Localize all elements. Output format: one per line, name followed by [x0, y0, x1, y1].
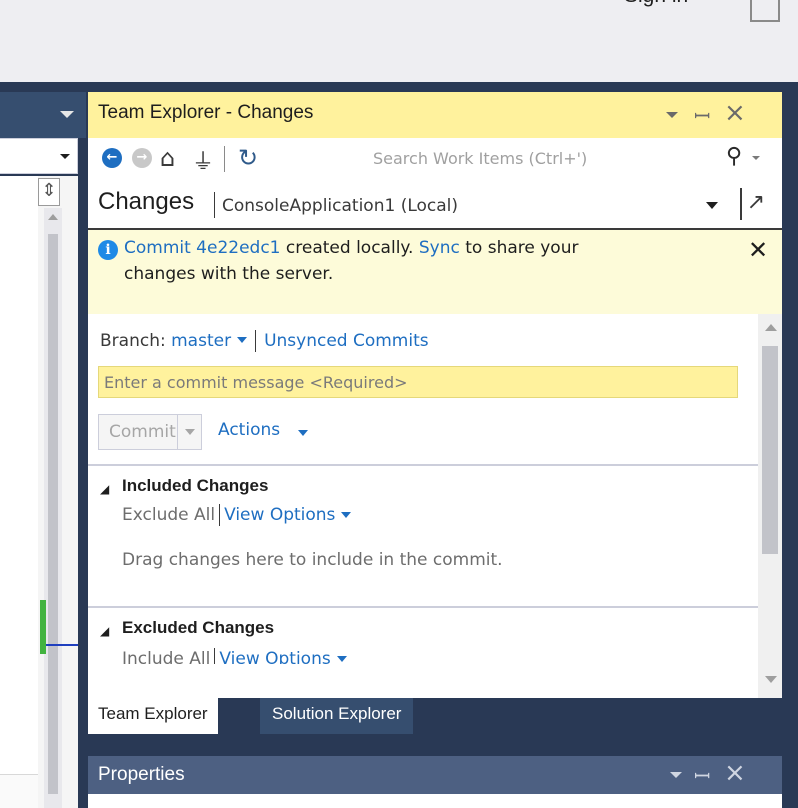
scrollbar-thumb[interactable] — [48, 234, 58, 794]
changes-page: Branch: master Unsynced Commits Commit Ac… — [88, 314, 782, 698]
header-separator — [214, 192, 215, 218]
sign-in-link[interactable]: Sign in — [624, 0, 688, 8]
search-input[interactable] — [368, 142, 698, 174]
toolbar-separator — [224, 146, 225, 172]
commit-button[interactable]: Commit — [98, 414, 202, 450]
notification-text: created locally. — [280, 238, 419, 258]
actions-menu[interactable]: Actions — [218, 420, 280, 440]
page-header: Changes ConsoleApplication1 (Local) ↗ — [88, 178, 782, 230]
commit-button-label: Commit — [109, 422, 176, 442]
collapse-triangle-icon[interactable]: ◢ — [100, 624, 109, 638]
properties-panel: Properties ꟷ × — [88, 756, 782, 808]
notification-line-2: changes with the server. — [124, 264, 334, 284]
chevron-down-icon[interactable] — [185, 429, 195, 435]
chevron-down-icon[interactable] — [60, 111, 74, 118]
collapse-triangle-icon[interactable]: ◢ — [100, 482, 109, 496]
search-icon[interactable]: ⚲ — [726, 144, 742, 169]
separator — [219, 504, 221, 526]
chevron-down-icon[interactable] — [336, 656, 347, 662]
editor-area: ⇕ — [0, 176, 78, 808]
tab-team-explorer[interactable]: Team Explorer — [88, 698, 218, 734]
included-changes-header[interactable]: Included Changes — [122, 476, 268, 496]
pin-icon[interactable]: ꟷ — [694, 102, 710, 129]
navigation-dropdown[interactable] — [0, 138, 78, 174]
popout-icon[interactable]: ↗ — [740, 188, 770, 220]
section-divider — [88, 464, 760, 466]
left-panel-title-bar — [0, 92, 86, 138]
excluded-changes-links: Include All View Options — [122, 648, 347, 664]
chevron-down-icon[interactable] — [341, 512, 352, 518]
pin-icon[interactable]: ꟷ — [694, 762, 710, 789]
properties-title-bar: Properties ꟷ × — [88, 756, 782, 794]
branch-label: Branch: — [100, 331, 172, 351]
team-explorer-toolbar: ← → ⌂ ⏚ ↻ ⚲ — [88, 138, 782, 178]
plug-icon[interactable]: ⏚ — [192, 144, 214, 176]
unsynced-commits-link[interactable]: Unsynced Commits — [264, 331, 429, 351]
excluded-changes-header[interactable]: Excluded Changes — [122, 618, 274, 638]
scroll-down-icon[interactable] — [765, 676, 777, 683]
chevron-down-icon[interactable] — [752, 156, 760, 160]
home-icon[interactable]: ⌂ — [160, 144, 175, 172]
branch-row: Branch: master Unsynced Commits — [100, 330, 429, 352]
window-position-icon[interactable] — [666, 112, 678, 118]
chevron-down-icon[interactable] — [706, 202, 718, 209]
title-bar: Sign in — [0, 0, 798, 82]
refresh-icon[interactable]: ↻ — [238, 144, 258, 172]
drag-hint: Drag changes here to include in the comm… — [122, 550, 503, 570]
panel-title: Team Explorer - Changes — [98, 102, 314, 123]
chevron-down-icon[interactable] — [60, 154, 70, 159]
page-title[interactable]: Changes — [98, 188, 194, 216]
left-panel: ⇕ — [0, 92, 86, 808]
branch-selector[interactable]: master — [171, 331, 231, 351]
splitter-icon[interactable]: ⇕ — [38, 178, 60, 206]
notification-bar: i Commit 4e22edc1 created locally. Sync … — [88, 230, 782, 314]
info-icon: i — [98, 240, 118, 260]
commit-link[interactable]: Commit 4e22edc1 — [124, 238, 281, 258]
chevron-down-icon[interactable] — [237, 337, 248, 343]
included-changes-links: Exclude All View Options — [122, 504, 352, 526]
back-arrow-icon[interactable]: ← — [102, 148, 122, 168]
include-all-link[interactable]: Include All — [122, 649, 210, 664]
commit-message-input[interactable] — [99, 367, 737, 397]
chevron-down-icon[interactable] — [298, 430, 308, 436]
separator — [255, 330, 257, 352]
editor-scrollbar[interactable] — [44, 208, 62, 808]
caret-marker — [46, 644, 78, 646]
tab-solution-explorer[interactable]: Solution Explorer — [260, 698, 414, 734]
section-divider — [88, 606, 760, 608]
close-icon[interactable]: × — [724, 98, 746, 128]
separator — [214, 648, 216, 664]
panel-title: Properties — [98, 764, 185, 785]
split-separator — [177, 415, 178, 449]
view-options-link[interactable]: View Options — [219, 649, 330, 664]
close-icon[interactable]: × — [724, 758, 746, 788]
repository-context: ConsoleApplication1 (Local) — [222, 196, 459, 216]
forward-arrow-icon[interactable]: → — [132, 148, 152, 168]
search-box[interactable]: ⚲ — [368, 142, 768, 174]
sync-link[interactable]: Sync — [419, 238, 460, 258]
tool-window-tabs: Team Explorer Solution Explorer — [88, 698, 782, 734]
team-explorer-title-bar: Team Explorer - Changes ꟷ × — [88, 92, 782, 138]
scroll-up-icon[interactable] — [48, 214, 58, 220]
notification-text: to share your — [459, 238, 579, 258]
exclude-all-link[interactable]: Exclude All — [122, 505, 215, 525]
window-position-icon[interactable] — [670, 772, 682, 778]
scroll-up-icon[interactable] — [765, 324, 777, 331]
notification-line-1: Commit 4e22edc1 created locally. Sync to… — [124, 238, 578, 258]
editor-line-box — [0, 774, 38, 808]
commit-message-box[interactable] — [98, 366, 738, 398]
code-editor[interactable] — [0, 176, 38, 808]
view-options-link[interactable]: View Options — [224, 505, 335, 525]
properties-body — [88, 794, 782, 808]
close-icon[interactable]: ✕ — [748, 236, 768, 264]
panel-scrollbar[interactable] — [758, 314, 782, 698]
account-icon[interactable] — [750, 0, 780, 22]
scrollbar-thumb[interactable] — [762, 346, 778, 554]
